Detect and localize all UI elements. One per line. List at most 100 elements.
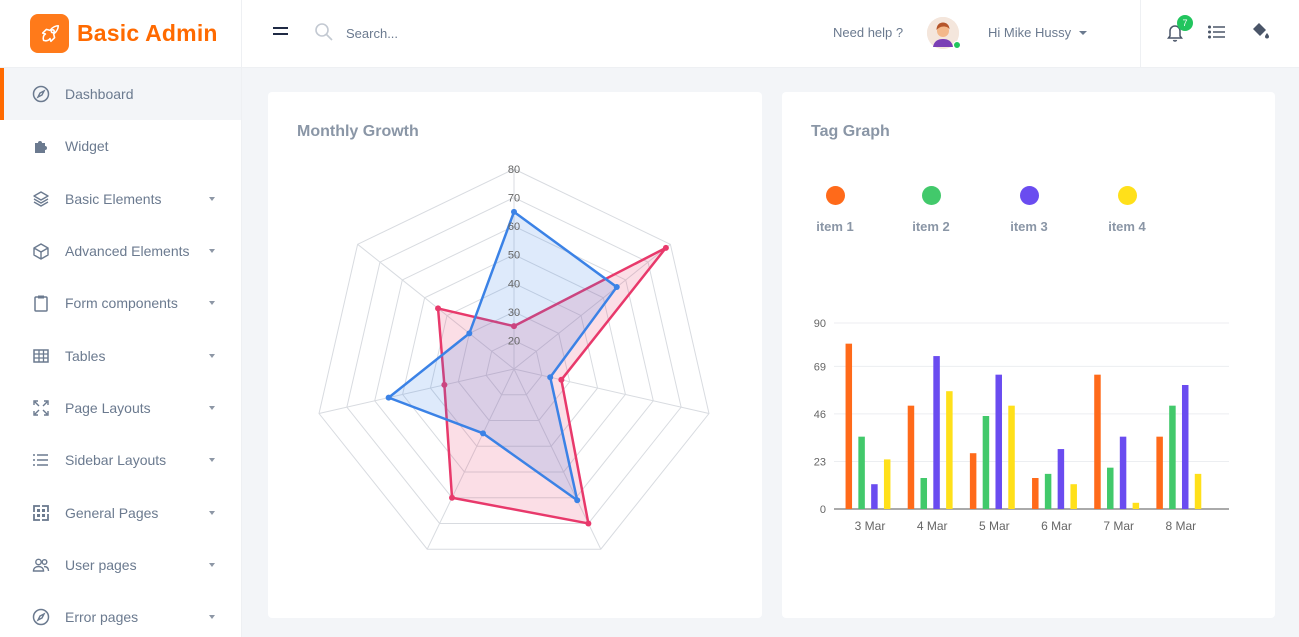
radar-point[interactable] bbox=[574, 497, 581, 504]
bar[interactable] bbox=[858, 436, 865, 509]
radar-tick-label: 60 bbox=[508, 221, 520, 233]
radar-point[interactable] bbox=[385, 394, 392, 401]
bar[interactable] bbox=[1032, 478, 1039, 509]
radar-chart: 20 30 40 50 60 70 80 bbox=[318, 164, 710, 550]
help-link[interactable]: Need help ? bbox=[833, 25, 903, 40]
radar-point[interactable] bbox=[511, 208, 517, 215]
bar[interactable] bbox=[883, 459, 891, 509]
bar-chart: 0 23 46 69 90 3 Mar 4 Mar 5 Mar 6 Mar 7 Mar 8 Mar bbox=[814, 318, 1229, 533]
puzzle-icon bbox=[32, 137, 50, 155]
radar-point[interactable] bbox=[613, 284, 620, 291]
sidebar-item-general-pages[interactable]: General Pages bbox=[0, 486, 241, 538]
radar-point[interactable] bbox=[585, 520, 592, 527]
bar[interactable] bbox=[1107, 467, 1114, 509]
sidebar-item-error-pages[interactable]: Error pages bbox=[0, 591, 241, 637]
sidebar-item-label: General Pages bbox=[65, 504, 159, 521]
radar-point[interactable] bbox=[558, 376, 565, 383]
clipboard-icon bbox=[32, 294, 50, 313]
sidebar: Dashboard Widget Basic Elements Advanced El… bbox=[0, 68, 242, 637]
bar[interactable] bbox=[845, 343, 853, 509]
sidebar-item-label: User pages bbox=[65, 556, 137, 573]
y-tick-label: 69 bbox=[814, 361, 826, 373]
bar[interactable] bbox=[1057, 449, 1065, 509]
caret-down-icon bbox=[209, 249, 215, 254]
bar[interactable] bbox=[995, 374, 1002, 509]
compass-icon bbox=[32, 85, 50, 103]
x-tick-label: 7 Mar bbox=[1103, 519, 1134, 533]
avatar[interactable] bbox=[927, 17, 961, 49]
radar-tick-label: 30 bbox=[508, 307, 520, 319]
brand[interactable]: Basic Admin bbox=[0, 0, 242, 68]
bar[interactable] bbox=[871, 484, 878, 509]
caret-down-icon bbox=[209, 458, 215, 463]
y-tick-label: 90 bbox=[814, 318, 826, 330]
bar[interactable] bbox=[1044, 473, 1052, 509]
sidebar-item-label: Error pages bbox=[65, 609, 139, 626]
sidebar-item-user-pages[interactable]: User pages bbox=[0, 539, 241, 591]
bar[interactable] bbox=[1070, 484, 1077, 509]
search-icon[interactable] bbox=[314, 22, 334, 42]
sidebar-item-advanced-elements[interactable]: Advanced Elements bbox=[0, 225, 241, 277]
sidebar-item-label: Sidebar Layouts bbox=[65, 452, 167, 469]
sidebar-item-label: Basic Elements bbox=[65, 190, 162, 207]
sidebar-item-label: Dashboard bbox=[65, 86, 134, 103]
y-tick-label: 46 bbox=[814, 409, 826, 421]
x-tick-label: 5 Mar bbox=[979, 519, 1010, 533]
notification-badge: 7 bbox=[1177, 15, 1193, 31]
bar[interactable] bbox=[1194, 473, 1202, 509]
search-input[interactable] bbox=[346, 22, 646, 44]
bar[interactable] bbox=[933, 356, 940, 509]
sidebar-item-tables[interactable]: Tables bbox=[0, 329, 241, 381]
bar[interactable] bbox=[969, 453, 977, 509]
caret-down-icon bbox=[209, 615, 215, 620]
caret-down-icon bbox=[209, 405, 215, 410]
radar-point[interactable] bbox=[547, 374, 554, 381]
bar[interactable] bbox=[1169, 405, 1176, 509]
tag-graph-card: Tag Graph item 1 item 2 item 3 item 4 0 23 46… bbox=[782, 92, 1275, 618]
sidebar-item-widget[interactable]: Widget bbox=[0, 120, 241, 172]
sidebar-item-sidebar-layouts[interactable]: Sidebar Layouts bbox=[0, 434, 241, 486]
user-name: Hi Mike Hussy bbox=[988, 25, 1072, 40]
y-tick-label: 23 bbox=[814, 456, 826, 468]
bar[interactable] bbox=[1119, 436, 1127, 509]
radar-point[interactable] bbox=[466, 330, 473, 337]
radar-tick-label: 20 bbox=[508, 335, 520, 347]
bar[interactable] bbox=[920, 478, 928, 509]
radar-tick-label: 40 bbox=[508, 278, 520, 290]
menu-toggle-icon[interactable] bbox=[273, 27, 288, 39]
rocket-logo-icon bbox=[30, 14, 69, 53]
bar[interactable] bbox=[1132, 502, 1140, 509]
caret-down-icon bbox=[209, 301, 215, 306]
radar-point[interactable] bbox=[449, 494, 456, 501]
bar[interactable] bbox=[907, 405, 915, 509]
users-icon bbox=[32, 556, 50, 574]
grid-icon bbox=[32, 504, 50, 522]
monthly-growth-card: Monthly Growth 20 30 40 50 60 70 80 bbox=[268, 92, 762, 618]
top-header: Need help ? Hi Mike Hussy 7 bbox=[242, 0, 1299, 68]
x-tick-label: 6 Mar bbox=[1041, 519, 1072, 533]
caret-down-icon bbox=[209, 353, 215, 358]
sidebar-item-form-components[interactable]: Form components bbox=[0, 277, 241, 329]
sidebar-item-basic-elements[interactable]: Basic Elements bbox=[0, 173, 241, 225]
radar-point[interactable] bbox=[435, 305, 442, 312]
sidebar-item-label: Form components bbox=[65, 295, 178, 312]
bar[interactable] bbox=[1008, 405, 1015, 509]
bar[interactable] bbox=[1181, 385, 1189, 509]
radar-tick-label: 50 bbox=[508, 250, 520, 262]
user-menu[interactable]: Hi Mike Hussy bbox=[988, 25, 1088, 40]
radar-point[interactable] bbox=[662, 244, 669, 251]
compass-icon bbox=[32, 608, 50, 626]
bar[interactable] bbox=[982, 416, 990, 509]
sidebar-item-dashboard[interactable]: Dashboard bbox=[0, 68, 241, 121]
bar[interactable] bbox=[1094, 374, 1101, 509]
bar[interactable] bbox=[946, 391, 953, 509]
sidebar-item-page-layouts[interactable]: Page Layouts bbox=[0, 382, 241, 434]
paint-bucket-icon[interactable] bbox=[1250, 21, 1270, 41]
online-status-dot bbox=[953, 41, 961, 49]
bar[interactable] bbox=[1156, 436, 1163, 509]
x-tick-label: 3 Mar bbox=[855, 519, 886, 533]
radar-point[interactable] bbox=[480, 430, 487, 437]
layers-icon bbox=[32, 190, 50, 208]
sidebar-item-label: Page Layouts bbox=[65, 399, 151, 416]
list-icon[interactable] bbox=[1208, 24, 1226, 40]
